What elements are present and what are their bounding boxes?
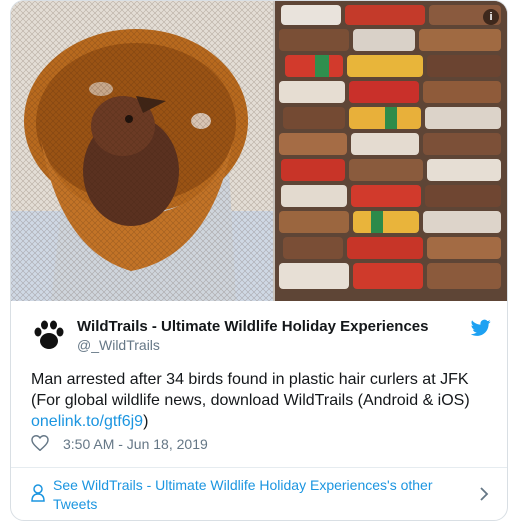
paw-icon-graphic bbox=[34, 320, 64, 349]
tweet-text: Man arrested after 34 birds found in pla… bbox=[31, 369, 491, 432]
other-tweets-link[interactable]: See WildTrails - Ultimate Wildlife Holid… bbox=[11, 468, 507, 520]
tweet-timestamp[interactable]: 3:50 AM - Jun 18, 2019 bbox=[63, 436, 208, 452]
author-name[interactable]: WildTrails - Ultimate Wildlife Holiday E… bbox=[77, 318, 429, 335]
person-icon-graphic bbox=[31, 484, 45, 502]
tweet-card[interactable]: i WildTrails - Ultimate Wildlife Holiday… bbox=[10, 0, 508, 521]
twitter-bird-icon[interactable] bbox=[470, 319, 491, 337]
heart-icon-graphic bbox=[31, 434, 49, 452]
tweet-header: WildTrails - Ultimate Wildlife Holiday E… bbox=[31, 317, 491, 357]
tweet-media[interactable]: i bbox=[11, 1, 507, 301]
tweet-closing: ) bbox=[143, 413, 149, 430]
heart-icon[interactable] bbox=[31, 434, 49, 452]
info-icon[interactable]: i bbox=[483, 9, 499, 25]
hair-curlers-photo[interactable]: i bbox=[275, 1, 507, 301]
hair-curlers-illustration bbox=[275, 1, 507, 301]
other-tweets-label[interactable]: See WildTrails - Ultimate Wildlife Holid… bbox=[53, 476, 453, 514]
chevron-right-graphic bbox=[480, 487, 489, 501]
bird-in-curler-photo[interactable] bbox=[11, 1, 273, 301]
author-handle[interactable]: @_WildTrails bbox=[77, 337, 160, 353]
person-icon bbox=[31, 484, 45, 502]
tweet-meta: 3:50 AM - Jun 18, 2019 bbox=[31, 433, 491, 455]
chevron-right-icon[interactable] bbox=[479, 486, 489, 502]
tweet-body: Man arrested after 34 birds found in pla… bbox=[31, 371, 470, 409]
paw-icon[interactable] bbox=[31, 317, 67, 353]
tweet-link[interactable]: onelink.to/gtf6j9 bbox=[31, 413, 143, 430]
twitter-bird-graphic bbox=[470, 319, 491, 336]
bird-in-curler-illustration bbox=[11, 1, 273, 301]
